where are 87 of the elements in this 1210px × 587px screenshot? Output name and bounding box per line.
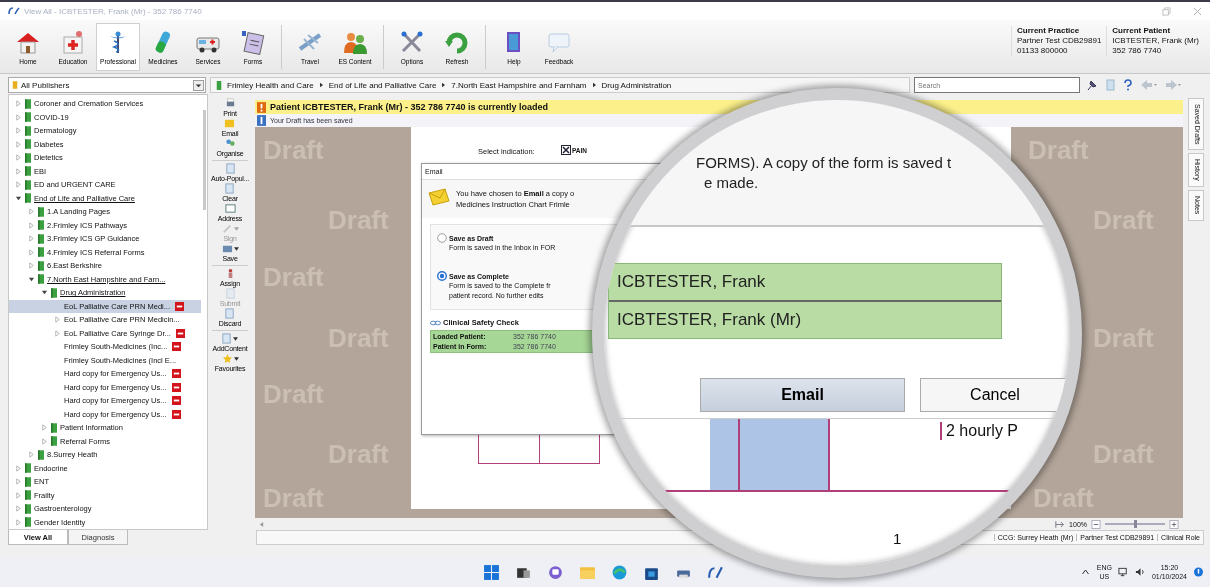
book-icon: [38, 220, 44, 231]
link-icon: [430, 319, 441, 326]
table-cell-text: ICBTESTER, Frank: [616, 271, 767, 293]
book-icon: [25, 517, 31, 528]
pin-icon[interactable]: [1086, 79, 1098, 91]
book-icon: [38, 260, 44, 271]
forward-icon[interactable]: [1164, 79, 1182, 91]
notification-icon[interactable]: [1193, 567, 1204, 577]
page-icon: [224, 163, 236, 174]
book-icon: [25, 490, 31, 501]
speaker-icon[interactable]: [1134, 567, 1146, 577]
email-button[interactable]: Email: [700, 378, 905, 412]
caret-icon: [233, 356, 239, 361]
book-icon: [25, 139, 31, 150]
chat-icon[interactable]: [547, 563, 564, 581]
window-title: View All - ICBTESTER, Frank (Mr) - 352 786 7740: [24, 6, 202, 16]
book-icon: [38, 449, 44, 460]
page-icon: [224, 308, 236, 319]
book-icon: [25, 503, 31, 514]
breadcrumb-link[interactable]: Drug Administration: [601, 80, 672, 90]
alert-text: Patient ICBTESTER, Frank (Mr) - 352 786 7740 is currently loaded: [270, 102, 549, 112]
windows-logo-icon[interactable]: [483, 563, 500, 581]
book-icon: [38, 233, 44, 244]
book-icon: [25, 179, 31, 190]
star-icon: [221, 353, 233, 364]
page-icon: [224, 288, 236, 299]
magnified-text: 2 hourly P: [940, 422, 1019, 440]
radio-button[interactable]: [437, 271, 447, 281]
book-icon: [38, 206, 44, 217]
book-icon: [25, 166, 31, 177]
page-icon: [224, 183, 236, 194]
scroll-left-icon[interactable]: [259, 520, 264, 528]
caret-icon: [233, 226, 239, 231]
book-icon: [38, 247, 44, 258]
table-cell: ICBTESTER, Frank (Mr): [609, 300, 1001, 338]
book-icon: [25, 152, 31, 163]
page-icon: [221, 333, 233, 344]
caret-icon: [233, 336, 239, 341]
book-icon: [216, 79, 222, 91]
book-icon: [25, 463, 31, 474]
current-patient-panel: Current Patient ICBTESTER, Frank (Mr) 352 786 7740: [1106, 26, 1204, 56]
chevron-up-icon[interactable]: [1079, 567, 1091, 577]
chevron-icon: [591, 82, 597, 88]
publisher-dropdown[interactable]: All Publishers: [8, 77, 206, 93]
book-icon: [25, 98, 31, 109]
zoom-out-icon[interactable]: [1091, 519, 1101, 529]
breadcrumb-link[interactable]: Frimley Health and Care: [227, 80, 314, 90]
pen-icon: [221, 223, 233, 234]
envelope-icon: [428, 188, 450, 206]
book-icon: [51, 422, 57, 433]
expander-icon[interactable]: [15, 194, 22, 202]
card-icon: [224, 203, 236, 214]
help-icon[interactable]: [1122, 79, 1134, 91]
folder-icon: [221, 243, 233, 254]
chevron-icon: [318, 82, 324, 88]
printer-icon: [224, 98, 236, 109]
book-icon: [12, 80, 18, 90]
back-icon[interactable]: [1140, 79, 1158, 91]
page-number: 1: [893, 530, 902, 547]
caret-icon: [233, 246, 239, 251]
breadcrumb-link[interactable]: 7.North East Hampshire and Farnham: [451, 80, 587, 90]
people-icon: [224, 138, 236, 149]
chevron-icon: [441, 82, 447, 88]
book-icon: [25, 112, 31, 123]
browser-icon[interactable]: [611, 563, 628, 581]
clipboard-icon: [239, 28, 267, 55]
envelope-icon: [224, 118, 236, 129]
book-icon: [38, 274, 44, 285]
current-practice-panel: Current Practice Partner Test CDB29891 01133 800000: [1011, 26, 1107, 56]
radio-button[interactable]: [437, 233, 447, 243]
zoom-in-icon[interactable]: [1169, 519, 1179, 529]
expander-icon[interactable]: [28, 275, 35, 283]
book-icon: [25, 476, 31, 487]
book-icon: [25, 193, 31, 204]
expander-icon[interactable]: [41, 289, 48, 297]
close-icon[interactable]: [1193, 6, 1202, 16]
app-logo-icon: [8, 6, 20, 16]
slider-thumb[interactable]: [1134, 520, 1137, 528]
book-icon: [25, 125, 31, 136]
restore-icon[interactable]: [1162, 6, 1171, 16]
fit-page-icon[interactable]: [1055, 519, 1066, 529]
network-icon[interactable]: [1117, 567, 1129, 577]
book-icon: [51, 436, 57, 447]
table-cell: [710, 419, 740, 490]
breadcrumb-link[interactable]: End of Life and Palliative Care: [328, 80, 437, 90]
page-icon[interactable]: [1104, 79, 1116, 91]
book-icon: [51, 287, 57, 298]
